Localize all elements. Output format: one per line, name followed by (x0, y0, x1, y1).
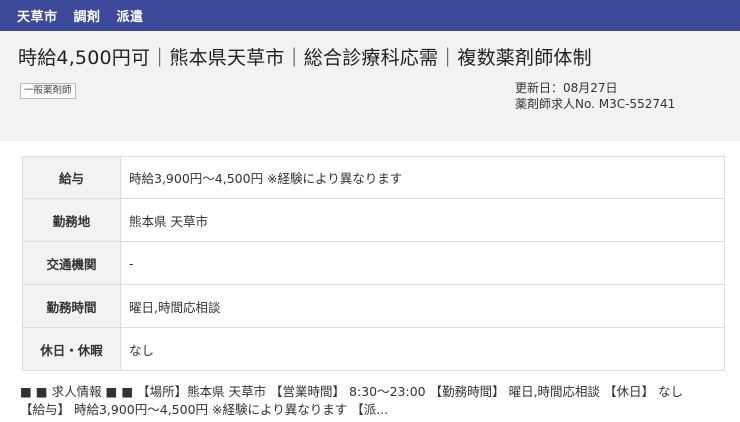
job-type-badge: 一般薬剤師 (20, 83, 76, 99)
description-line-2: 【給与】 時給3,900円～4,500円 ※経験により異なります 【派... (20, 402, 389, 417)
tag-employment-type[interactable]: 派遣 (117, 6, 144, 25)
row-label-holidays: 休日・休暇 (22, 327, 121, 371)
job-info-table: 給与 時給3,900円～4,500円 ※経験により異なります 勤務地 熊本県 天… (22, 156, 725, 371)
table-row: 休日・休暇 なし (22, 327, 725, 371)
tag-area[interactable]: 天草市 (17, 6, 58, 25)
row-label-transportation: 交通機関 (22, 241, 121, 285)
row-value-location: 熊本県 天草市 (120, 198, 725, 242)
row-value-salary: 時給3,900円～4,500円 ※経験により異なります (120, 156, 725, 199)
table-row: 給与 時給3,900円～4,500円 ※経験により異なります (22, 156, 725, 199)
job-number: 薬剤師求人No. M3C-552741 (515, 97, 676, 111)
job-description: ■ ■ 求人情報 ■ ■ 【場所】熊本県 天草市 【営業時間】 8:30～23:… (20, 383, 720, 419)
table-row: 交通機関 - (22, 241, 725, 285)
table-row: 勤務時間 曜日,時間応相談 (22, 284, 725, 328)
updated-date: 更新日：08月27日 (515, 81, 618, 95)
row-label-working-hours: 勤務時間 (22, 284, 121, 328)
row-value-transportation: - (120, 241, 725, 285)
row-value-holidays: なし (120, 327, 725, 371)
job-meta: 更新日：08月27日 薬剤師求人No. M3C-552741 (515, 80, 675, 112)
header-bar: 天草市 調剤 派遣 (0, 0, 740, 31)
job-title[interactable]: 時給4,500円可｜熊本県天草市｜総合診療科応需｜複数薬剤師体制 (18, 43, 592, 70)
job-summary: 時給4,500円可｜熊本県天草市｜総合診療科応需｜複数薬剤師体制 一般薬剤師 更… (0, 31, 740, 141)
description-line-1: ■ ■ 求人情報 ■ ■ 【場所】熊本県 天草市 【営業時間】 8:30～23:… (20, 384, 683, 399)
row-value-working-hours: 曜日,時間応相談 (120, 284, 725, 328)
row-label-location: 勤務地 (22, 198, 121, 242)
tag-category[interactable]: 調剤 (74, 6, 101, 25)
table-row: 勤務地 熊本県 天草市 (22, 198, 725, 242)
row-label-salary: 給与 (22, 156, 121, 199)
